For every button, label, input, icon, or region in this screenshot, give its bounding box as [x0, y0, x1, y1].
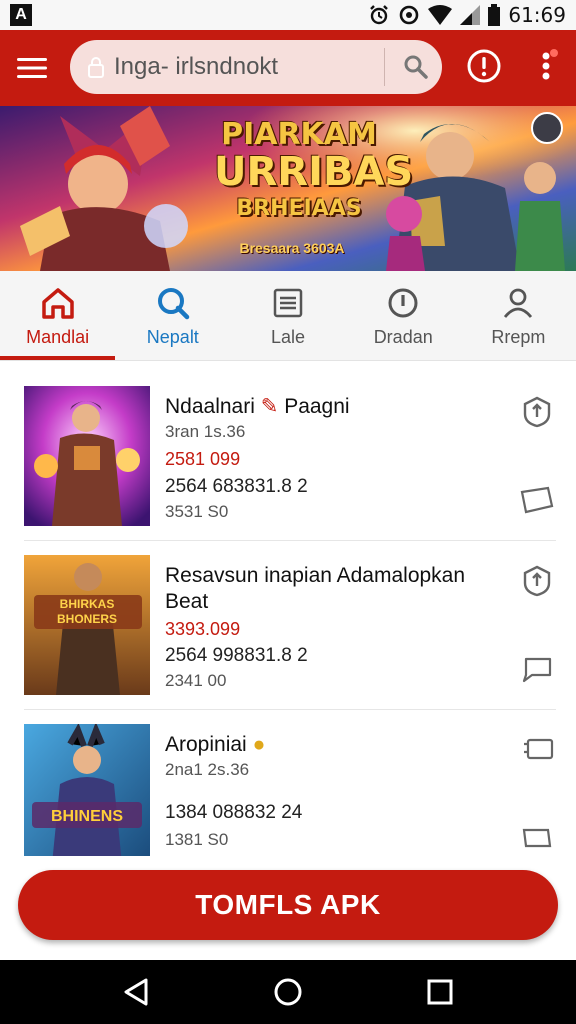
tab-lale[interactable]: Lale	[230, 271, 345, 360]
folder-icon	[524, 738, 554, 760]
list-item[interactable]: Ndaalnari ✎ Paagni 3ran 1s.36 2581 099 2…	[24, 372, 556, 541]
item-thumbnail	[24, 386, 150, 526]
signal-icon	[460, 5, 481, 25]
item-footer: 3531 S0	[165, 502, 229, 521]
alert-icon	[467, 49, 501, 83]
tab-label: Mandlai	[26, 327, 90, 347]
search-bar	[70, 40, 442, 94]
app-bar	[0, 30, 576, 106]
item-share-button[interactable]	[520, 824, 554, 852]
tab-label: Rrepm	[491, 327, 546, 347]
item-footer: 1381 S0	[165, 830, 229, 849]
status-icons: 61:69	[368, 3, 566, 27]
item-thumbnail: BHIRKAS BHONERS	[24, 555, 150, 695]
home-circle-icon	[274, 978, 302, 1006]
item-comment-button[interactable]	[520, 655, 554, 683]
promo-banner[interactable]: PIARKAM URRIBAS BRHEIAAS Bresaara 3603A	[0, 106, 576, 271]
list-icon	[270, 285, 306, 321]
item-title: Aropiniai ●	[165, 732, 505, 758]
wifi-icon	[428, 5, 453, 25]
home-icon	[40, 285, 76, 321]
item-details: 1384 088832 24	[165, 802, 303, 823]
download-apk-button[interactable]: TOMFLS APK	[18, 870, 558, 940]
badge-icon: ●	[252, 733, 266, 756]
app-list: Ndaalnari ✎ Paagni 3ran 1s.36 2581 099 2…	[0, 372, 576, 879]
card-icon	[520, 486, 554, 514]
item-subtitle: 3ran 1s.36	[165, 422, 246, 441]
banner-title-line1: PIARKAM	[221, 117, 377, 152]
banner-subtitle: Bresaara 3603A	[239, 240, 345, 256]
item-action-button[interactable]	[522, 396, 552, 428]
search-input[interactable]	[114, 53, 384, 81]
item-action-button[interactable]	[522, 734, 554, 766]
tab-rrepm[interactable]: Rrepm	[461, 271, 576, 360]
alert-button[interactable]	[464, 46, 504, 86]
tab-label: Dradan	[373, 327, 433, 347]
list-item[interactable]: BHINENS Aropiniai ● 2na1 2s.36 1384 0888…	[24, 710, 556, 879]
item-footer: 2341 00	[165, 671, 227, 690]
tab-label: Lale	[270, 327, 306, 347]
item-title-text: Ndaalnari	[165, 395, 255, 418]
item-price: 2581 099	[165, 449, 241, 469]
cta-container: TOMFLS APK	[0, 856, 576, 960]
tab-mandlai[interactable]: Mandlai	[0, 271, 116, 360]
pencil-icon: ✎	[260, 395, 279, 418]
item-share-button[interactable]	[520, 486, 554, 514]
list-item[interactable]: BHIRKAS BHONERS Resavsun inapian Adamalo…	[24, 541, 556, 710]
thumb-label-line2: BHONERS	[57, 612, 117, 626]
tab-dradan[interactable]: Dradan	[346, 271, 461, 360]
banner-title: PIARKAM URRIBAS BRHEIAAS	[214, 117, 414, 221]
item-details: 2564 683831.8 2	[165, 476, 308, 497]
tab-bar: Mandlai Nepalt Lale Dradan Rrepm	[0, 271, 576, 361]
back-button[interactable]	[116, 972, 156, 1012]
sync-icon	[398, 4, 420, 26]
shield-icon	[523, 396, 551, 428]
home-button[interactable]	[268, 972, 308, 1012]
item-details: 2564 998831.8 2	[165, 645, 308, 666]
menu-button[interactable]	[0, 30, 64, 106]
more-button[interactable]	[532, 44, 562, 88]
item-title: Resavsun inapian Adamalopkan Beat	[165, 564, 466, 613]
tab-nepalt[interactable]: Nepalt	[115, 271, 230, 360]
app-root: A 61:69 Inga- irlsndnokt PIARKAM URRIBAS…	[0, 0, 576, 1024]
card-icon	[522, 828, 552, 848]
search-icon	[404, 55, 428, 79]
menu-icon	[17, 58, 47, 78]
recents-icon	[427, 979, 453, 1005]
profile-icon	[500, 285, 536, 321]
alarm-icon	[368, 4, 390, 26]
active-tab-indicator	[0, 356, 116, 360]
item-action-button[interactable]	[522, 565, 552, 597]
system-nav-bar	[0, 960, 576, 1024]
status-bar: A 61:69	[0, 0, 576, 30]
item-subtitle: 2na1 2s.36	[165, 760, 250, 779]
thumb-label: BHINENS	[51, 808, 123, 825]
status-time: 61:69	[508, 3, 566, 27]
back-icon	[124, 978, 148, 1006]
item-title: Ndaalnari ✎ Paagni	[165, 394, 505, 420]
app-notification-icon: A	[10, 4, 32, 26]
item-price: 3393.099	[165, 619, 241, 639]
comment-icon	[522, 657, 552, 683]
battery-icon	[488, 4, 501, 26]
lock-icon	[88, 57, 104, 78]
search-icon	[155, 285, 191, 321]
banner-title-line3: BRHEIAAS	[236, 196, 362, 221]
info-icon	[385, 285, 421, 321]
shield-icon	[523, 565, 551, 597]
tab-label: Nepalt	[146, 327, 199, 347]
search-divider	[384, 48, 385, 86]
item-thumbnail: BHINENS	[24, 724, 150, 864]
search-button[interactable]	[390, 40, 442, 94]
thumb-label-line1: BHIRKAS	[60, 597, 115, 611]
item-title-text: Aropiniai	[165, 733, 247, 756]
banner-title-line2: URRIBAS	[214, 149, 414, 195]
more-icon	[542, 49, 558, 80]
item-title-suffix: Paagni	[284, 395, 350, 418]
recents-button[interactable]	[420, 972, 460, 1012]
